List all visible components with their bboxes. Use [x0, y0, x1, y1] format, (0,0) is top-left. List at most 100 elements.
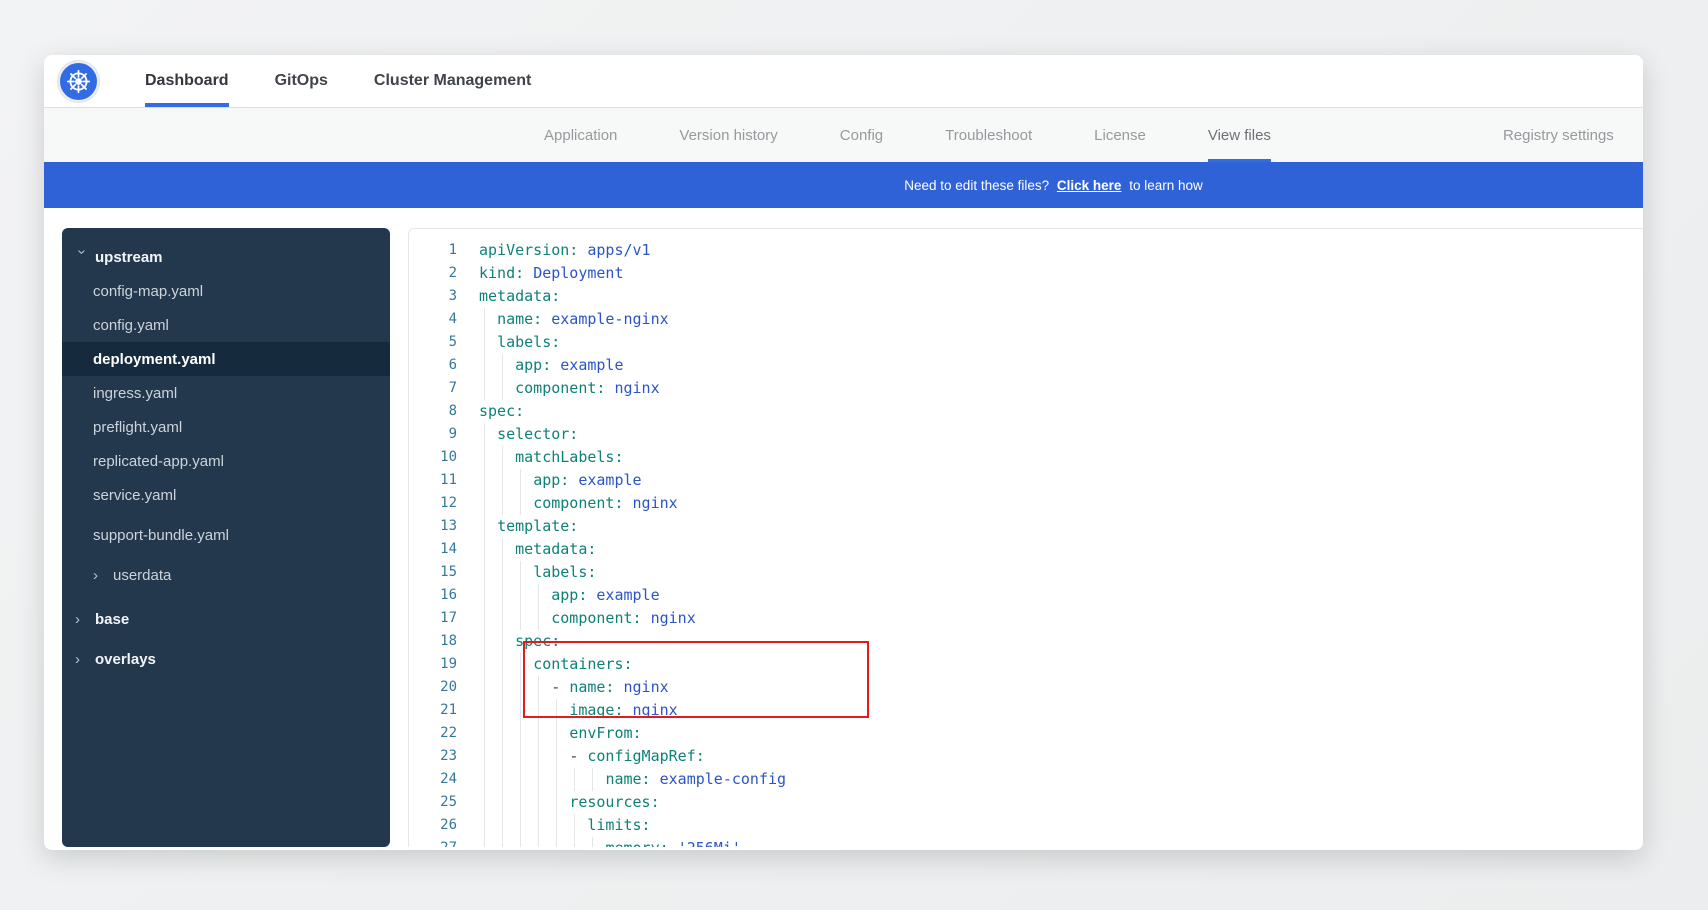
- indent-guide: [520, 814, 521, 837]
- indent-guide: [484, 584, 485, 607]
- indent-guide: [484, 469, 485, 492]
- code-line-6: 6 app: example: [409, 354, 1643, 377]
- indent-guide: [502, 469, 503, 492]
- tree-item-label: config.yaml: [93, 317, 169, 334]
- tree-item-label: ingress.yaml: [93, 385, 177, 402]
- indent-guide: [502, 538, 503, 561]
- helm-wheel-icon: [65, 68, 92, 95]
- line-number: 4: [409, 308, 479, 331]
- indent-guide: [556, 745, 557, 768]
- indent-guide: [556, 814, 557, 837]
- tree-item-label: preflight.yaml: [93, 419, 182, 436]
- tree-item-ingress-yaml[interactable]: ingress.yaml: [62, 376, 390, 410]
- code-line-25: 25 resources:: [409, 791, 1643, 814]
- tab-license[interactable]: License: [1094, 108, 1146, 162]
- chevron-right-icon: ›: [93, 568, 107, 583]
- tree-item-support-bundle-yaml[interactable]: support-bundle.yaml: [62, 518, 390, 552]
- code-line-21: 21 image: nginx: [409, 699, 1643, 722]
- indent-guide: [502, 377, 503, 400]
- tree-item-label: deployment.yaml: [93, 351, 216, 368]
- tab-registry-settings[interactable]: Registry settings: [1503, 108, 1614, 162]
- code-text: selector:: [479, 425, 578, 443]
- tree-item-label: support-bundle.yaml: [93, 527, 229, 544]
- code-line-19: 19 containers:: [409, 653, 1643, 676]
- code-text: name: example-nginx: [479, 310, 669, 328]
- tab-troubleshoot[interactable]: Troubleshoot: [945, 108, 1032, 162]
- indent-guide: [484, 630, 485, 653]
- tree-item-label: userdata: [113, 567, 171, 584]
- line-number: 13: [409, 515, 479, 538]
- indent-guide: [520, 837, 521, 847]
- tree-item-upstream[interactable]: ›upstream: [62, 240, 390, 274]
- code-text: app: example: [479, 356, 624, 374]
- indent-guide: [538, 837, 539, 847]
- code-line-13: 13 template:: [409, 515, 1643, 538]
- top-tab-dashboard[interactable]: Dashboard: [145, 55, 229, 107]
- tree-item-preflight-yaml[interactable]: preflight.yaml: [62, 410, 390, 444]
- tab-config[interactable]: Config: [840, 108, 883, 162]
- indent-guide: [538, 791, 539, 814]
- line-number: 24: [409, 768, 479, 791]
- indent-guide: [502, 768, 503, 791]
- application-nav-tabs: Application Version history Config Troubles…: [44, 107, 1643, 162]
- indent-guide: [484, 676, 485, 699]
- tab-version-history[interactable]: Version history: [679, 108, 777, 162]
- indent-guide: [484, 791, 485, 814]
- tree-item-replicated-app-yaml[interactable]: replicated-app.yaml: [62, 444, 390, 478]
- banner-text-post: to learn how: [1129, 178, 1203, 193]
- code-line-15: 15 labels:: [409, 561, 1643, 584]
- line-number: 15: [409, 561, 479, 584]
- code-line-23: 23 - configMapRef:: [409, 745, 1643, 768]
- indent-guide: [502, 837, 503, 847]
- yaml-code-editor[interactable]: 1apiVersion: apps/v12kind: Deployment3me…: [408, 228, 1643, 847]
- tree-item-config-map-yaml[interactable]: config-map.yaml: [62, 274, 390, 308]
- indent-guide: [592, 768, 593, 791]
- indent-guide: [502, 607, 503, 630]
- indent-guide: [538, 676, 539, 699]
- click-here-link[interactable]: Click here: [1057, 178, 1122, 193]
- tree-item-userdata[interactable]: › userdata: [62, 558, 390, 592]
- content-area: ›upstream config-map.yaml config.yaml deplo…: [44, 208, 1643, 850]
- code-text: template:: [479, 517, 578, 535]
- indent-guide: [484, 768, 485, 791]
- tree-item-config-yaml[interactable]: config.yaml: [62, 308, 390, 342]
- indent-guide: [520, 699, 521, 722]
- tab-application[interactable]: Application: [544, 108, 617, 162]
- code-line-8: 8spec:: [409, 400, 1643, 423]
- line-number: 21: [409, 699, 479, 722]
- code-text: component: nginx: [479, 379, 660, 397]
- indent-guide: [502, 354, 503, 377]
- code-text: labels:: [479, 563, 596, 581]
- code-text: - name: nginx: [479, 678, 669, 696]
- tree-item-overlays[interactable]: ›overlays: [62, 642, 390, 676]
- code-text: spec:: [479, 402, 524, 420]
- code-line-16: 16 app: example: [409, 584, 1643, 607]
- line-number: 25: [409, 791, 479, 814]
- code-text: spec:: [479, 632, 560, 650]
- top-tab-gitops[interactable]: GitOps: [275, 55, 328, 107]
- tree-item-deployment-yaml[interactable]: deployment.yaml: [62, 342, 390, 376]
- code-line-10: 10 matchLabels:: [409, 446, 1643, 469]
- line-number: 5: [409, 331, 479, 354]
- tree-item-base[interactable]: ›base: [62, 602, 390, 636]
- indent-guide: [538, 699, 539, 722]
- line-number: 16: [409, 584, 479, 607]
- tree-item-label: config-map.yaml: [93, 283, 203, 300]
- tab-view-files[interactable]: View files: [1208, 108, 1271, 162]
- code-text: app: example: [479, 586, 660, 604]
- top-tab-cluster-management[interactable]: Cluster Management: [374, 55, 531, 107]
- code-text: resources:: [479, 793, 660, 811]
- line-number: 6: [409, 354, 479, 377]
- kubernetes-logo-icon: [58, 61, 99, 102]
- indent-guide: [484, 653, 485, 676]
- indent-guide: [484, 331, 485, 354]
- indent-guide: [574, 837, 575, 847]
- indent-guide: [538, 584, 539, 607]
- code-text: apiVersion: apps/v1: [479, 241, 651, 259]
- line-number: 2: [409, 262, 479, 285]
- line-number: 1: [409, 239, 479, 262]
- indent-guide: [502, 584, 503, 607]
- tree-item-service-yaml[interactable]: service.yaml: [62, 478, 390, 512]
- indent-guide: [484, 423, 485, 446]
- indent-guide: [538, 768, 539, 791]
